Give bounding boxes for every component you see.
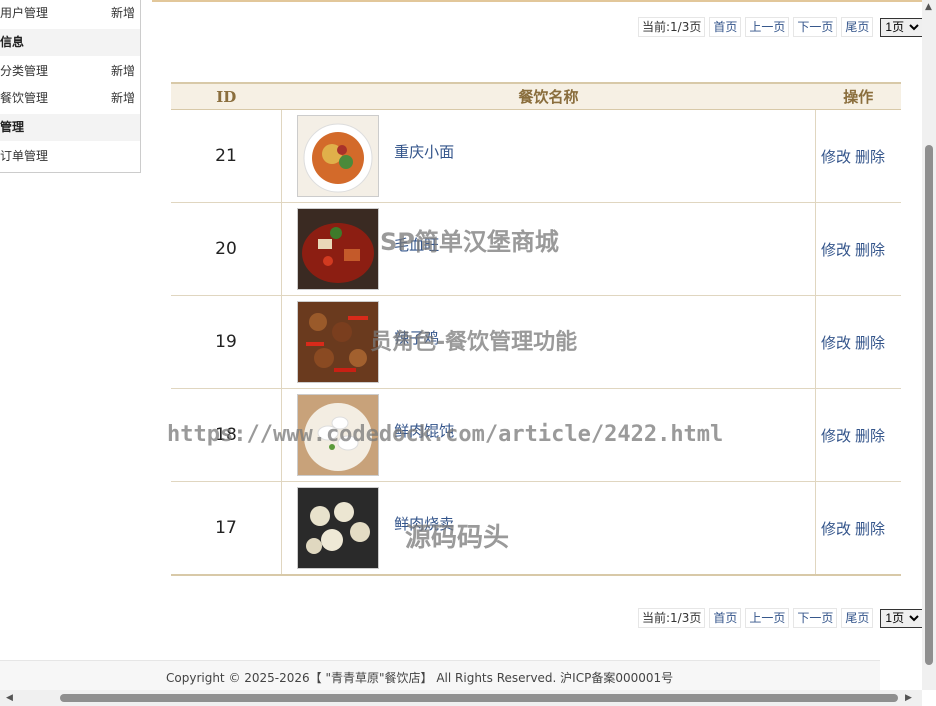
row-name-cell: 鲜肉烧卖: [281, 481, 816, 576]
pager-next-link[interactable]: 下一页: [793, 608, 838, 628]
dish-name-link[interactable]: 鲜肉烧卖: [394, 513, 454, 534]
row-actions: 修改 删除: [815, 388, 901, 482]
pager-prev-link[interactable]: 上一页: [745, 17, 790, 37]
vertical-scroll-thumb[interactable]: [925, 145, 933, 665]
scroll-left-arrow-icon[interactable]: ◀: [6, 693, 13, 703]
horizontal-scrollbar[interactable]: ◀ ▶: [0, 690, 922, 706]
row-actions: 修改 删除: [815, 109, 901, 203]
row-actions: 修改 删除: [815, 481, 901, 576]
edit-link[interactable]: 修改: [821, 427, 851, 445]
delete-link[interactable]: 删除: [855, 241, 885, 259]
delete-link[interactable]: 删除: [855, 148, 885, 166]
sidebar-section-label: 信息: [0, 35, 25, 49]
copyright-text: Copyright © 2025-2026【 "青青草原"餐饮店】 All Ri…: [166, 671, 674, 685]
sidebar-section-info: 信息: [0, 29, 140, 56]
sidebar-item-label: 分类管理: [0, 64, 49, 78]
edit-link[interactable]: 修改: [821, 241, 851, 259]
col-header-id: ID: [171, 82, 282, 110]
table-row: 20 毛血旺 修改 删除: [171, 202, 901, 296]
pager-prev-link[interactable]: 上一页: [745, 608, 790, 628]
top-divider: [152, 0, 922, 2]
sidebar-add-dish-link[interactable]: 新增: [111, 85, 135, 112]
sidebar-section-label: 管理: [0, 120, 25, 134]
delete-link[interactable]: 删除: [855, 427, 885, 445]
pager-top: 当前:1/3页 首页 上一页 下一页 尾页 1页: [638, 17, 924, 37]
pager-current: 当前:1/3页: [638, 608, 706, 628]
sidebar-item-user-manage[interactable]: 用户管理 新增: [0, 0, 140, 27]
row-id: 17: [171, 481, 282, 576]
sidebar-item-order-manage[interactable]: 订单管理: [0, 143, 140, 170]
pager-bottom: 当前:1/3页 首页 上一页 下一页 尾页 1页: [638, 608, 924, 628]
pager-next-link[interactable]: 下一页: [793, 17, 838, 37]
footer: Copyright © 2025-2026【 "青青草原"餐饮店】 All Ri…: [0, 660, 880, 691]
row-name-cell: 重庆小面: [281, 109, 816, 203]
table-row: 21 重庆小面 修改 删除: [171, 109, 901, 203]
spicy-stew-image: [297, 208, 379, 290]
pager-first-link[interactable]: 首页: [709, 17, 742, 37]
row-name-cell: 辣子鸡: [281, 295, 816, 389]
row-name-cell: 毛血旺: [281, 202, 816, 296]
dish-name-link[interactable]: 毛血旺: [394, 234, 439, 255]
scroll-up-arrow-icon[interactable]: ▲: [925, 2, 932, 12]
scroll-right-arrow-icon[interactable]: ▶: [905, 693, 912, 703]
edit-link[interactable]: 修改: [821, 334, 851, 352]
delete-link[interactable]: 删除: [855, 520, 885, 538]
vertical-scrollbar[interactable]: ▲: [922, 0, 936, 690]
row-id: 19: [171, 295, 282, 389]
table-row: 18 鲜肉馄饨 修改 删除: [171, 388, 901, 482]
row-id: 20: [171, 202, 282, 296]
sidebar-item-label: 订单管理: [0, 149, 49, 163]
edit-link[interactable]: 修改: [821, 148, 851, 166]
dish-name-link[interactable]: 辣子鸡: [394, 327, 439, 348]
pager-last-link[interactable]: 尾页: [841, 608, 874, 628]
col-header-name: 餐饮名称: [281, 82, 816, 110]
row-name-cell: 鲜肉馄饨: [281, 388, 816, 482]
dish-name-link[interactable]: 重庆小面: [394, 141, 454, 162]
col-header-op: 操作: [815, 82, 901, 110]
wonton-soup-image: [297, 394, 379, 476]
sidebar-item-label: 餐饮管理: [0, 91, 49, 105]
table-row: 17 鲜肉烧卖 修改 删除: [171, 481, 901, 576]
pager-last-link[interactable]: 尾页: [841, 17, 874, 37]
row-actions: 修改 删除: [815, 295, 901, 389]
sidebar-item-label: 用户管理: [0, 6, 49, 20]
table-row: 19 辣子鸡 修改 删除: [171, 295, 901, 389]
horizontal-scroll-thumb[interactable]: [60, 694, 898, 702]
sidebar: 用户管理 新增 信息 分类管理 新增 餐饮管理 新增 管理 订单管理: [0, 0, 141, 173]
row-id: 21: [171, 109, 282, 203]
spicy-chicken-image: [297, 301, 379, 383]
row-id: 18: [171, 388, 282, 482]
row-actions: 修改 删除: [815, 202, 901, 296]
pager-first-link[interactable]: 首页: [709, 608, 742, 628]
delete-link[interactable]: 删除: [855, 334, 885, 352]
sidebar-add-user-link[interactable]: 新增: [111, 0, 135, 27]
noodle-dish-image: [297, 115, 379, 197]
shaomai-image: [297, 487, 379, 569]
pager-current: 当前:1/3页: [638, 17, 706, 37]
dish-table: ID 餐饮名称 操作 21 重庆小面 修改 删除 20 毛血旺 修改 删除 19…: [171, 82, 901, 576]
sidebar-item-category-manage[interactable]: 分类管理 新增: [0, 58, 140, 85]
edit-link[interactable]: 修改: [821, 520, 851, 538]
sidebar-add-category-link[interactable]: 新增: [111, 58, 135, 85]
sidebar-section-manage: 管理: [0, 114, 140, 141]
sidebar-item-dish-manage[interactable]: 餐饮管理 新增: [0, 85, 140, 112]
page-select[interactable]: 1页: [880, 608, 924, 628]
dish-name-link[interactable]: 鲜肉馄饨: [394, 420, 454, 441]
page-select[interactable]: 1页: [880, 17, 924, 37]
